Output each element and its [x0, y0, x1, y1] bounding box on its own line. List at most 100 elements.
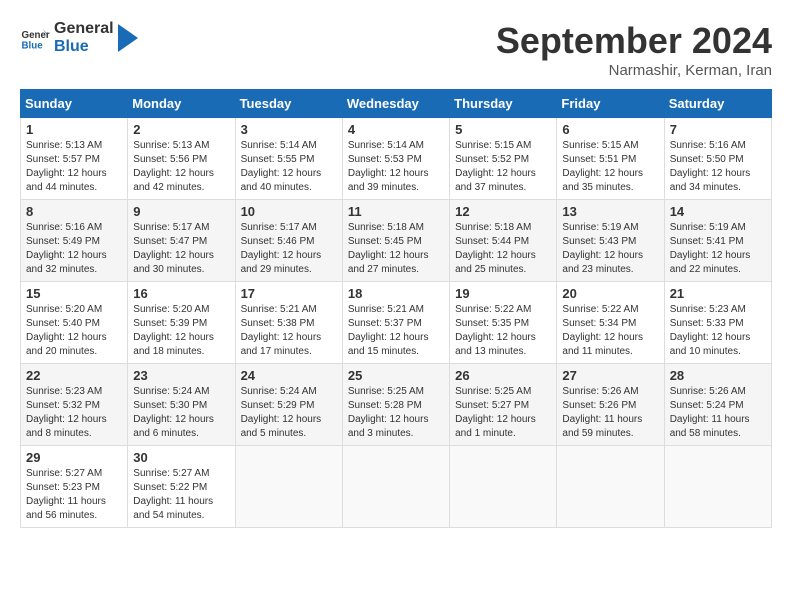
- calendar-cell: 5 Sunrise: 5:15 AMSunset: 5:52 PMDayligh…: [450, 118, 557, 200]
- day-number: 9: [133, 204, 229, 219]
- calendar-cell: [235, 446, 342, 528]
- day-number: 1: [26, 122, 122, 137]
- cell-content: Sunrise: 5:21 AMSunset: 5:37 PMDaylight:…: [348, 304, 429, 357]
- day-number: 6: [562, 122, 658, 137]
- cell-content: Sunrise: 5:25 AMSunset: 5:28 PMDaylight:…: [348, 386, 429, 439]
- calendar-cell: 12 Sunrise: 5:18 AMSunset: 5:44 PMDaylig…: [450, 200, 557, 282]
- day-number: 29: [26, 450, 122, 465]
- calendar-cell: 30 Sunrise: 5:27 AMSunset: 5:22 PMDaylig…: [128, 446, 235, 528]
- cell-content: Sunrise: 5:15 AMSunset: 5:51 PMDaylight:…: [562, 140, 643, 193]
- cell-content: Sunrise: 5:16 AMSunset: 5:50 PMDaylight:…: [670, 140, 751, 193]
- cell-content: Sunrise: 5:22 AMSunset: 5:34 PMDaylight:…: [562, 304, 643, 357]
- calendar-cell: 21 Sunrise: 5:23 AMSunset: 5:33 PMDaylig…: [664, 282, 771, 364]
- title-block: September 2024 Narmashir, Kerman, Iran: [496, 20, 772, 79]
- cell-content: Sunrise: 5:16 AMSunset: 5:49 PMDaylight:…: [26, 222, 107, 275]
- logo-blue: Blue: [54, 38, 114, 56]
- calendar-cell: 29 Sunrise: 5:27 AMSunset: 5:23 PMDaylig…: [21, 446, 128, 528]
- calendar-week-row: 1 Sunrise: 5:13 AMSunset: 5:57 PMDayligh…: [21, 118, 772, 200]
- day-number: 15: [26, 286, 122, 301]
- cell-content: Sunrise: 5:13 AMSunset: 5:56 PMDaylight:…: [133, 140, 214, 193]
- column-header-wednesday: Wednesday: [342, 90, 449, 118]
- calendar-header-row: SundayMondayTuesdayWednesdayThursdayFrid…: [21, 90, 772, 118]
- svg-text:General: General: [22, 30, 51, 41]
- calendar-week-row: 22 Sunrise: 5:23 AMSunset: 5:32 PMDaylig…: [21, 364, 772, 446]
- day-number: 8: [26, 204, 122, 219]
- cell-content: Sunrise: 5:23 AMSunset: 5:32 PMDaylight:…: [26, 386, 107, 439]
- day-number: 22: [26, 368, 122, 383]
- page-header: General Blue General Blue September 2024…: [20, 20, 772, 79]
- calendar-cell: 24 Sunrise: 5:24 AMSunset: 5:29 PMDaylig…: [235, 364, 342, 446]
- logo-arrow-icon: [118, 24, 138, 52]
- day-number: 7: [670, 122, 766, 137]
- column-header-sunday: Sunday: [21, 90, 128, 118]
- cell-content: Sunrise: 5:15 AMSunset: 5:52 PMDaylight:…: [455, 140, 536, 193]
- cell-content: Sunrise: 5:26 AMSunset: 5:26 PMDaylight:…: [562, 386, 642, 439]
- day-number: 25: [348, 368, 444, 383]
- cell-content: Sunrise: 5:27 AMSunset: 5:23 PMDaylight:…: [26, 468, 106, 521]
- logo-general: General: [54, 20, 114, 38]
- day-number: 13: [562, 204, 658, 219]
- cell-content: Sunrise: 5:14 AMSunset: 5:55 PMDaylight:…: [241, 140, 322, 193]
- day-number: 30: [133, 450, 229, 465]
- calendar-cell: 20 Sunrise: 5:22 AMSunset: 5:34 PMDaylig…: [557, 282, 664, 364]
- day-number: 16: [133, 286, 229, 301]
- day-number: 27: [562, 368, 658, 383]
- month-title: September 2024: [496, 20, 772, 62]
- cell-content: Sunrise: 5:13 AMSunset: 5:57 PMDaylight:…: [26, 140, 107, 193]
- cell-content: Sunrise: 5:22 AMSunset: 5:35 PMDaylight:…: [455, 304, 536, 357]
- calendar-cell: 25 Sunrise: 5:25 AMSunset: 5:28 PMDaylig…: [342, 364, 449, 446]
- calendar-cell: 3 Sunrise: 5:14 AMSunset: 5:55 PMDayligh…: [235, 118, 342, 200]
- calendar-cell: 26 Sunrise: 5:25 AMSunset: 5:27 PMDaylig…: [450, 364, 557, 446]
- calendar-cell: 10 Sunrise: 5:17 AMSunset: 5:46 PMDaylig…: [235, 200, 342, 282]
- day-number: 12: [455, 204, 551, 219]
- cell-content: Sunrise: 5:19 AMSunset: 5:41 PMDaylight:…: [670, 222, 751, 275]
- day-number: 3: [241, 122, 337, 137]
- calendar-cell: 15 Sunrise: 5:20 AMSunset: 5:40 PMDaylig…: [21, 282, 128, 364]
- day-number: 18: [348, 286, 444, 301]
- column-header-thursday: Thursday: [450, 90, 557, 118]
- day-number: 20: [562, 286, 658, 301]
- cell-content: Sunrise: 5:24 AMSunset: 5:30 PMDaylight:…: [133, 386, 214, 439]
- day-number: 17: [241, 286, 337, 301]
- calendar-table: SundayMondayTuesdayWednesdayThursdayFrid…: [20, 89, 772, 528]
- calendar-cell: 19 Sunrise: 5:22 AMSunset: 5:35 PMDaylig…: [450, 282, 557, 364]
- calendar-cell: 28 Sunrise: 5:26 AMSunset: 5:24 PMDaylig…: [664, 364, 771, 446]
- day-number: 4: [348, 122, 444, 137]
- calendar-cell: 11 Sunrise: 5:18 AMSunset: 5:45 PMDaylig…: [342, 200, 449, 282]
- cell-content: Sunrise: 5:18 AMSunset: 5:44 PMDaylight:…: [455, 222, 536, 275]
- calendar-cell: 8 Sunrise: 5:16 AMSunset: 5:49 PMDayligh…: [21, 200, 128, 282]
- column-header-saturday: Saturday: [664, 90, 771, 118]
- calendar-week-row: 8 Sunrise: 5:16 AMSunset: 5:49 PMDayligh…: [21, 200, 772, 282]
- cell-content: Sunrise: 5:19 AMSunset: 5:43 PMDaylight:…: [562, 222, 643, 275]
- calendar-week-row: 29 Sunrise: 5:27 AMSunset: 5:23 PMDaylig…: [21, 446, 772, 528]
- column-header-tuesday: Tuesday: [235, 90, 342, 118]
- column-header-friday: Friday: [557, 90, 664, 118]
- cell-content: Sunrise: 5:20 AMSunset: 5:39 PMDaylight:…: [133, 304, 214, 357]
- day-number: 24: [241, 368, 337, 383]
- cell-content: Sunrise: 5:17 AMSunset: 5:46 PMDaylight:…: [241, 222, 322, 275]
- calendar-cell: [450, 446, 557, 528]
- calendar-cell: 6 Sunrise: 5:15 AMSunset: 5:51 PMDayligh…: [557, 118, 664, 200]
- day-number: 28: [670, 368, 766, 383]
- column-header-monday: Monday: [128, 90, 235, 118]
- cell-content: Sunrise: 5:26 AMSunset: 5:24 PMDaylight:…: [670, 386, 750, 439]
- calendar-cell: 9 Sunrise: 5:17 AMSunset: 5:47 PMDayligh…: [128, 200, 235, 282]
- cell-content: Sunrise: 5:18 AMSunset: 5:45 PMDaylight:…: [348, 222, 429, 275]
- location: Narmashir, Kerman, Iran: [496, 62, 772, 79]
- calendar-cell: 13 Sunrise: 5:19 AMSunset: 5:43 PMDaylig…: [557, 200, 664, 282]
- day-number: 23: [133, 368, 229, 383]
- calendar-cell: 23 Sunrise: 5:24 AMSunset: 5:30 PMDaylig…: [128, 364, 235, 446]
- day-number: 26: [455, 368, 551, 383]
- calendar-cell: [342, 446, 449, 528]
- cell-content: Sunrise: 5:21 AMSunset: 5:38 PMDaylight:…: [241, 304, 322, 357]
- calendar-cell: 27 Sunrise: 5:26 AMSunset: 5:26 PMDaylig…: [557, 364, 664, 446]
- calendar-cell: 22 Sunrise: 5:23 AMSunset: 5:32 PMDaylig…: [21, 364, 128, 446]
- calendar-cell: 18 Sunrise: 5:21 AMSunset: 5:37 PMDaylig…: [342, 282, 449, 364]
- calendar-week-row: 15 Sunrise: 5:20 AMSunset: 5:40 PMDaylig…: [21, 282, 772, 364]
- calendar-cell: 4 Sunrise: 5:14 AMSunset: 5:53 PMDayligh…: [342, 118, 449, 200]
- cell-content: Sunrise: 5:23 AMSunset: 5:33 PMDaylight:…: [670, 304, 751, 357]
- cell-content: Sunrise: 5:27 AMSunset: 5:22 PMDaylight:…: [133, 468, 213, 521]
- day-number: 11: [348, 204, 444, 219]
- calendar-cell: 2 Sunrise: 5:13 AMSunset: 5:56 PMDayligh…: [128, 118, 235, 200]
- calendar-cell: 16 Sunrise: 5:20 AMSunset: 5:39 PMDaylig…: [128, 282, 235, 364]
